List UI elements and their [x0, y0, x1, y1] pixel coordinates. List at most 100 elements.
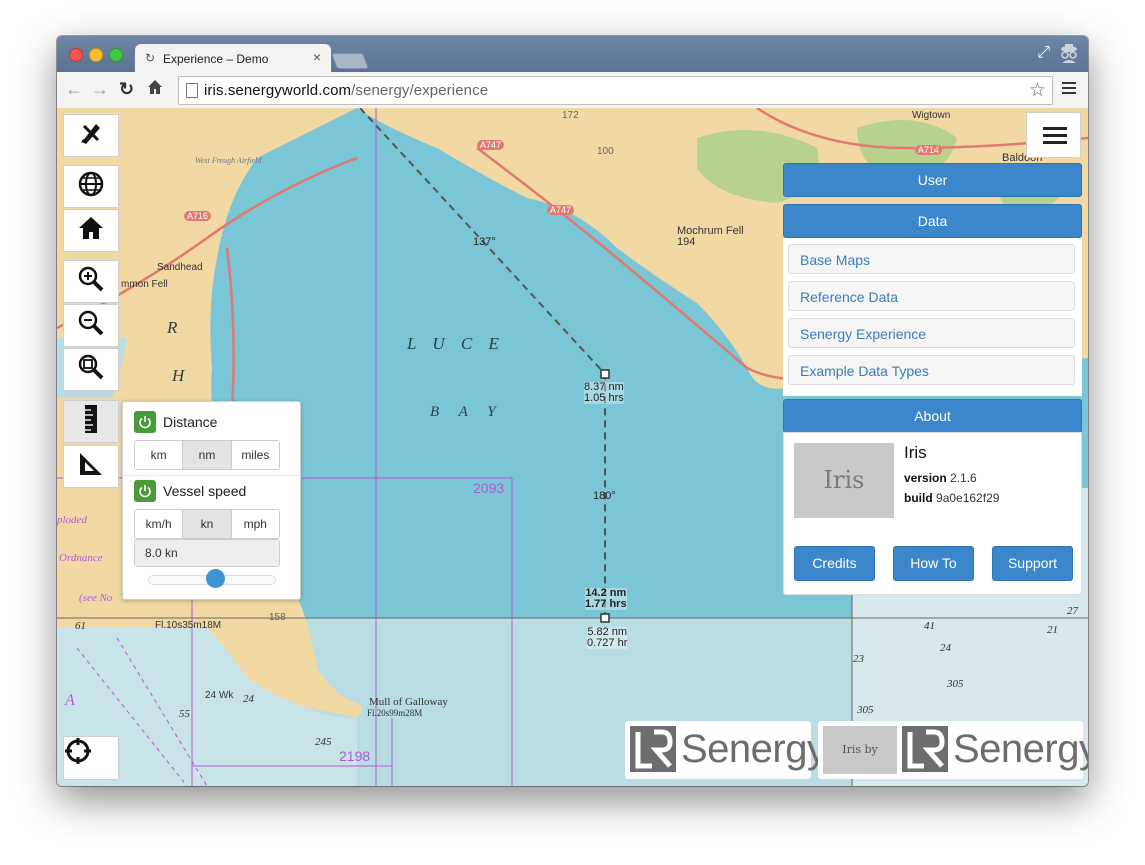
globe-icon [78, 171, 104, 202]
data-list: Base Maps Reference Data Senergy Experie… [783, 238, 1082, 396]
forward-arrow-icon[interactable]: → [91, 78, 109, 100]
panel-divider [123, 475, 300, 476]
chart-number-2: 2198 [339, 748, 371, 764]
chart-note: (see No [79, 592, 113, 604]
browser-toolbar: ← → ↻ iris.senergyworld.com/senergy/expe… [57, 72, 1088, 109]
url-path: /senergy/experience [351, 82, 489, 99]
tab-title: Experience – Demo [163, 52, 269, 66]
tab-close-icon[interactable]: × [313, 50, 321, 64]
data-item-reference-data[interactable]: Reference Data [788, 281, 1075, 311]
howto-button[interactable]: How To [893, 546, 974, 581]
back-arrow-icon[interactable]: ← [65, 78, 83, 100]
speed-label: Vessel speed [163, 483, 247, 499]
fullscreen-icon[interactable]: ⤢ [1037, 44, 1050, 62]
about-body: Iris Iris version 2.1.6 build 9a0e162f29… [783, 432, 1082, 595]
map-canvas[interactable]: L U C E B A Y 137° 180° 8.37 nm 1.05 hrs … [57, 108, 1088, 786]
senergy-logo[interactable]: Senergy [625, 721, 827, 779]
about-section-header[interactable]: About [783, 399, 1082, 433]
sounding: 21 [1047, 624, 1058, 636]
home-page-icon[interactable] [147, 78, 163, 100]
close-window-button[interactable] [69, 48, 83, 62]
home-extent-button[interactable] [63, 209, 119, 252]
speed-unit-selector: km/h kn mph [134, 509, 280, 539]
zoom-in-button[interactable] [63, 260, 119, 303]
home-icon [78, 215, 104, 246]
unit-miles-button[interactable]: miles [231, 441, 279, 469]
zoom-extent-button[interactable] [63, 348, 119, 391]
chart-note: ploded [57, 514, 87, 526]
leg2-readout: 5.82 nm 0.727 hr [587, 627, 628, 649]
iris-logo: Iris [794, 443, 894, 518]
measure-distance-button[interactable] [63, 400, 119, 443]
zoom-out-button[interactable] [63, 304, 119, 347]
leg1-readout: 8.37 nm 1.05 hrs [584, 382, 624, 404]
sounding: 24 [940, 642, 951, 654]
distance-label: Distance [163, 414, 218, 430]
unit-kmh-button[interactable]: km/h [135, 510, 184, 538]
senergy-wordmark: Senergy [681, 727, 827, 771]
speed-input[interactable]: 8.0 kn [134, 539, 280, 567]
sounding: 305 [857, 704, 874, 716]
road-shield: A716 [184, 211, 212, 221]
minimize-window-button[interactable] [89, 48, 103, 62]
credits-button[interactable]: Credits [794, 546, 875, 581]
power-icon [139, 485, 151, 498]
locate-me-button[interactable] [63, 736, 119, 780]
reload-icon[interactable]: ↻ [119, 78, 134, 100]
data-section-header[interactable]: Data [783, 204, 1082, 238]
sounding: 24 [243, 693, 254, 705]
data-item-example-data-types[interactable]: Example Data Types [788, 355, 1075, 385]
leg1-time: 1.05 hrs [584, 392, 624, 404]
distance-toggle[interactable] [134, 411, 156, 433]
distance-unit-selector: km nm miles [134, 440, 280, 470]
zoom-window-button[interactable] [109, 48, 123, 62]
power-icon [139, 416, 151, 429]
leg2-time: 0.727 hr [587, 637, 628, 649]
iris-by-label: Iris by [823, 726, 897, 774]
lr-logo-mark [630, 726, 676, 772]
place-mochrum-height: 194 [677, 236, 696, 248]
sounding: 55 [179, 708, 190, 720]
base-map-button[interactable] [63, 165, 119, 208]
support-button[interactable]: Support [992, 546, 1073, 581]
zoom-out-icon [77, 309, 105, 342]
speed-toggle[interactable] [134, 480, 156, 502]
depth-label: 100 [597, 146, 614, 157]
iris-by-senergy-logo[interactable]: Iris by Senergy [818, 721, 1088, 779]
bookmark-star-icon[interactable]: ☆ [1029, 79, 1046, 102]
browser-window: ↻ Experience – Demo × ⤢ ← → ↻ iris.sener… [57, 36, 1088, 786]
unit-km-button[interactable]: km [135, 441, 184, 469]
new-tab-button[interactable] [331, 53, 369, 69]
data-item-base-maps[interactable]: Base Maps [788, 244, 1075, 274]
panel-menu-button[interactable] [1026, 112, 1081, 158]
draw-tool-button[interactable] [63, 114, 119, 157]
place-west-freugh: West Freugh Airfield [195, 156, 262, 165]
place-sandhead: Sandhead [157, 262, 203, 273]
lr-logo-mark [902, 726, 948, 772]
build-line: build 9a0e162f29 [904, 491, 999, 505]
unit-nm-button[interactable]: nm [183, 441, 232, 469]
page-icon [186, 83, 198, 98]
depth-label: 158 [269, 612, 286, 623]
data-item-senergy-experience[interactable]: Senergy Experience [788, 318, 1075, 348]
sounding: 41 [924, 620, 935, 632]
browser-menu-icon[interactable] [1062, 80, 1076, 94]
map-letter: A [65, 692, 75, 709]
unit-mph-button[interactable]: mph [231, 510, 279, 538]
hamburger-icon [1043, 127, 1067, 130]
chart-note: Ordnance [59, 552, 103, 564]
speed-slider-handle[interactable] [205, 569, 225, 588]
unit-kn-button[interactable]: kn [183, 510, 232, 538]
measure-area-button[interactable] [63, 445, 119, 488]
incognito-icon [1058, 42, 1080, 64]
user-section-header[interactable]: User [783, 163, 1082, 197]
light-label: Fl.10s35m18M [155, 620, 222, 631]
bearing-label-1: 137° [473, 236, 496, 248]
road-shield: A747 [477, 140, 505, 150]
address-bar[interactable]: iris.senergyworld.com/senergy/experience… [178, 76, 1053, 105]
title-bar: ↻ Experience – Demo × ⤢ [57, 36, 1088, 73]
map-letter: H [172, 366, 185, 385]
place-mull: Mull of Galloway [369, 696, 448, 708]
browser-tab[interactable]: ↻ Experience – Demo × [135, 44, 331, 73]
url-text[interactable]: iris.senergyworld.com/senergy/experience [204, 82, 488, 99]
